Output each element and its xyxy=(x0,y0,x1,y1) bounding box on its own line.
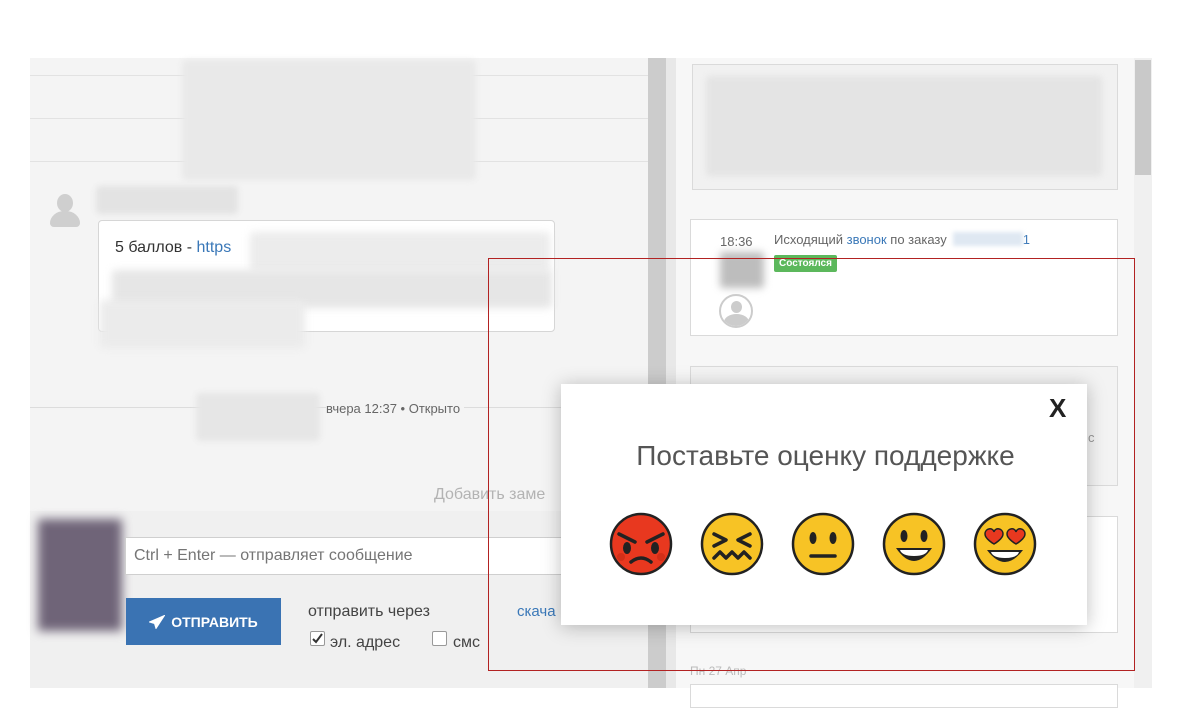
message-text: 5 баллов - https xyxy=(115,239,231,257)
angry-face-icon[interactable] xyxy=(609,512,673,576)
neutral-face-icon[interactable] xyxy=(791,512,855,576)
redacted-order-number xyxy=(952,232,1023,246)
email-checkbox[interactable] xyxy=(310,631,325,646)
heart-eyes-face-icon[interactable] xyxy=(973,512,1037,576)
redacted-author xyxy=(96,186,238,214)
activity-card xyxy=(690,684,1118,708)
call-time: 18:36 xyxy=(720,234,753,249)
sms-checkbox-label: смс xyxy=(453,634,480,651)
event-status-text: вчера 12:37 • Открыто xyxy=(326,401,465,416)
popup-title: Поставьте оценку поддержке xyxy=(636,440,1015,471)
redacted-info xyxy=(706,76,1102,176)
call-order-link[interactable]: 1 xyxy=(1023,232,1030,247)
send-via-label: отправить через xyxy=(308,603,430,620)
call-order-text: по заказу xyxy=(886,232,947,247)
call-type-text: Исходящий xyxy=(774,232,847,247)
message-link[interactable]: https xyxy=(197,239,232,256)
send-button[interactable]: ОТПРАВИТЬ xyxy=(126,598,281,645)
checkmark-icon xyxy=(312,633,323,644)
rating-popup xyxy=(561,384,1087,625)
user-avatar-icon xyxy=(48,194,82,230)
call-link[interactable]: звонок xyxy=(847,232,887,247)
screen: 5 баллов - https вчера 12:37 • Открыто Д… xyxy=(0,0,1196,708)
redacted-event-author xyxy=(196,393,320,441)
close-button[interactable]: X xyxy=(1049,393,1066,424)
send-arrow-icon xyxy=(149,614,166,629)
grinning-face-icon[interactable] xyxy=(882,512,946,576)
message-rating-text: 5 баллов - xyxy=(115,239,197,256)
redacted-block xyxy=(182,60,476,180)
confounded-face-icon[interactable] xyxy=(700,512,764,576)
scrollbar-thumb[interactable] xyxy=(1135,60,1151,175)
send-button-label: ОТПРАВИТЬ xyxy=(171,613,258,630)
sms-checkbox[interactable] xyxy=(432,631,447,646)
avatar xyxy=(38,519,122,631)
call-description: Исходящий звонок по заказу 1 xyxy=(774,232,1030,247)
email-checkbox-label: эл. адрес xyxy=(330,634,401,651)
redacted-meta xyxy=(100,300,305,348)
